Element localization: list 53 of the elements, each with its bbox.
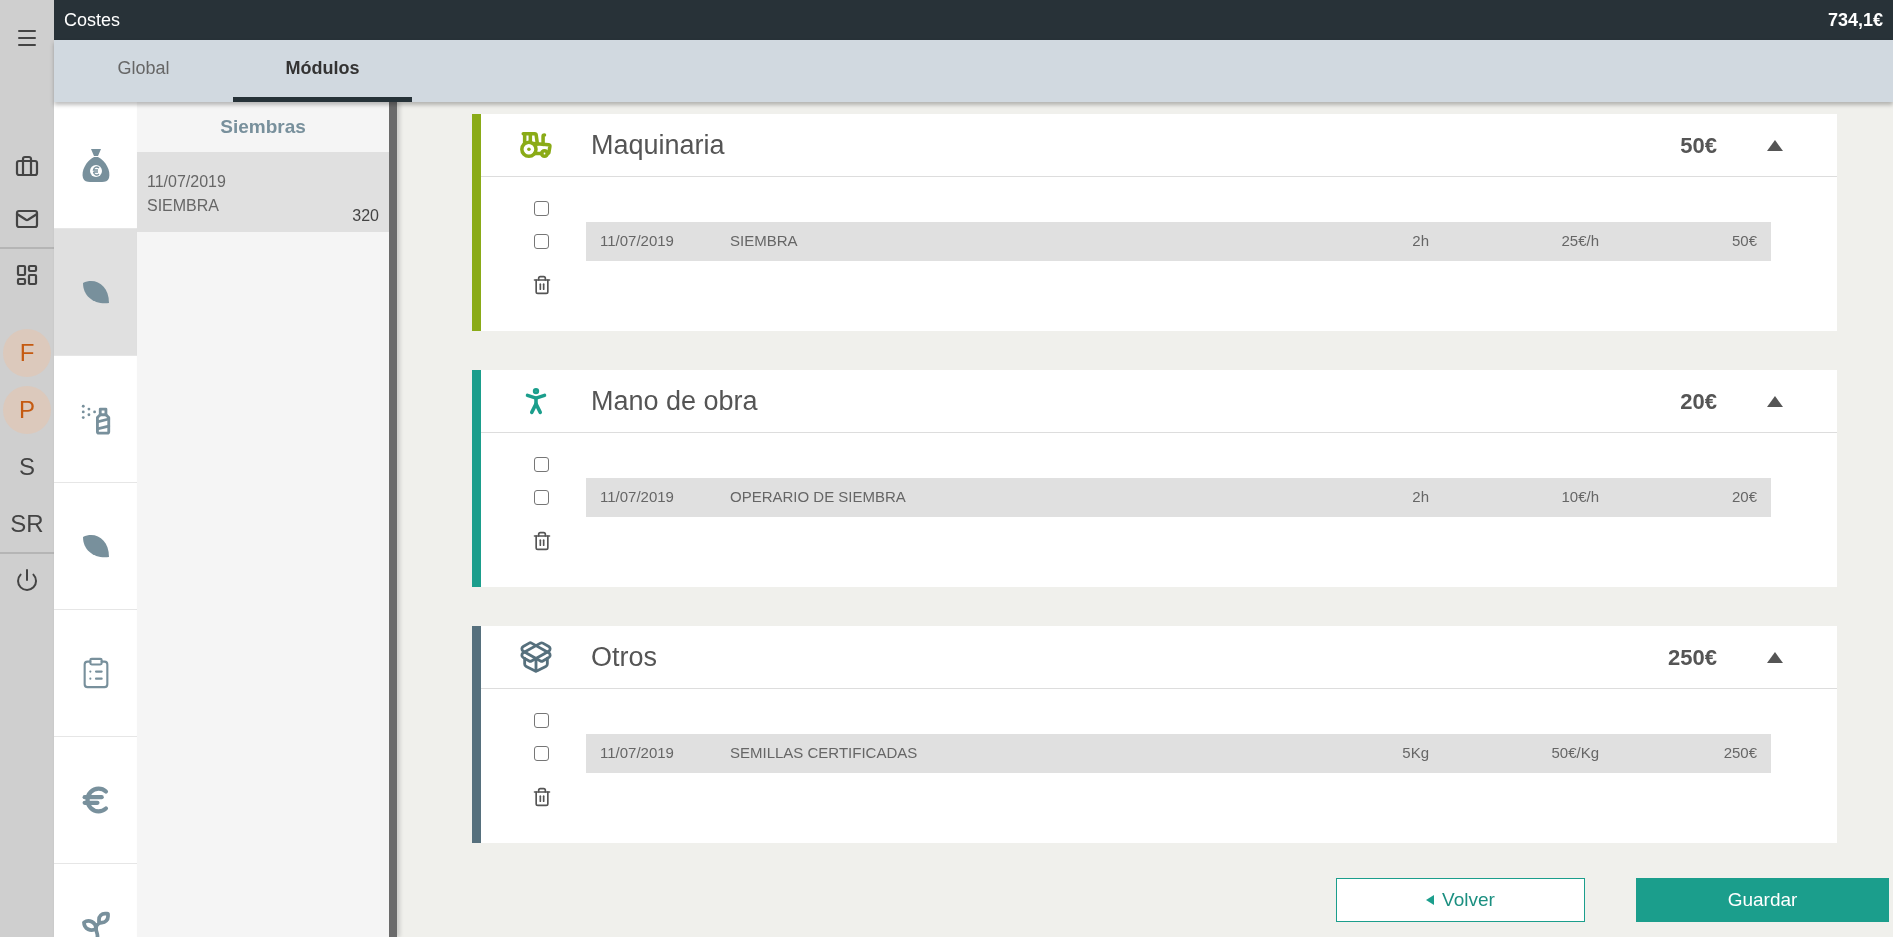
row-date: 11/07/2019 (600, 743, 675, 764)
tab[interactable]: Global (54, 40, 233, 102)
row-date: 11/07/2019 (600, 231, 675, 252)
back-button[interactable]: Volver (1336, 878, 1585, 922)
row-amount: 20€ (1730, 487, 1757, 508)
checkbox[interactable] (534, 201, 549, 216)
letter-button[interactable]: S (3, 443, 51, 491)
checkbox[interactable] (534, 457, 549, 472)
item-value: 320 (352, 206, 379, 226)
row-price: 50€/Kg (1550, 743, 1599, 764)
open-box-icon (519, 640, 553, 674)
module-tab[interactable] (54, 356, 137, 483)
module-tab[interactable] (54, 483, 137, 610)
row-quantity: 2h (1411, 487, 1429, 508)
checkbox[interactable] (534, 490, 549, 505)
row-date: 11/07/2019 (600, 487, 675, 508)
total-amount: 734,1€ (1827, 8, 1883, 32)
card-title: Maquinaria (591, 128, 725, 162)
card-title: Otros (591, 640, 657, 674)
row-quantity: 5Kg (1401, 743, 1429, 764)
module-tab[interactable] (54, 102, 137, 229)
checkbox[interactable] (534, 713, 549, 728)
letter-button[interactable]: F (3, 329, 51, 377)
item-date: 11/07/2019 (147, 172, 227, 192)
cost-row[interactable]: 11/07/2019 SIEMBRA 2h 25€/h 50€ (586, 222, 1771, 261)
row-concept: SIEMBRA (730, 231, 799, 252)
save-button[interactable]: Guardar (1636, 878, 1889, 922)
caret-icon (1426, 895, 1435, 905)
letter-button[interactable]: SR (3, 500, 51, 548)
row-price: 10€/h (1560, 487, 1599, 508)
card-total: 50€ (1680, 131, 1717, 160)
cost-row[interactable]: 11/07/2019 SEMILLAS CERTIFICADAS 5Kg 50€/Kg 250€ (586, 734, 1771, 773)
row-amount: 250€ (1722, 743, 1757, 764)
list-item[interactable]: 11/07/2019 SIEMBRA 320 (137, 152, 389, 232)
row-concept: SEMILLAS CERTIFICADAS (730, 743, 919, 764)
row-price: 25€/h (1560, 231, 1599, 252)
row-concept: OPERARIO DE SIEMBRA (730, 487, 907, 508)
letter-button[interactable]: P (3, 386, 51, 434)
row-quantity: 2h (1411, 231, 1429, 252)
cost-row[interactable]: 11/07/2019 OPERARIO DE SIEMBRA 2h 10€/h 20€ (586, 478, 1771, 517)
item-name: SIEMBRA (147, 196, 219, 216)
card-total: 20€ (1680, 387, 1717, 416)
delete-icon[interactable] (532, 275, 552, 295)
checkbox[interactable] (534, 234, 549, 249)
delete-icon[interactable] (532, 531, 552, 551)
card-title: Mano de obra (591, 384, 758, 418)
card-total: 250€ (1668, 643, 1717, 672)
page-title: Costes (64, 8, 121, 32)
row-amount: 50€ (1730, 231, 1757, 252)
delete-icon[interactable] (532, 787, 552, 807)
list-title: Siembras (219, 114, 307, 139)
checkbox[interactable] (534, 746, 549, 761)
module-tab[interactable] (54, 737, 137, 864)
